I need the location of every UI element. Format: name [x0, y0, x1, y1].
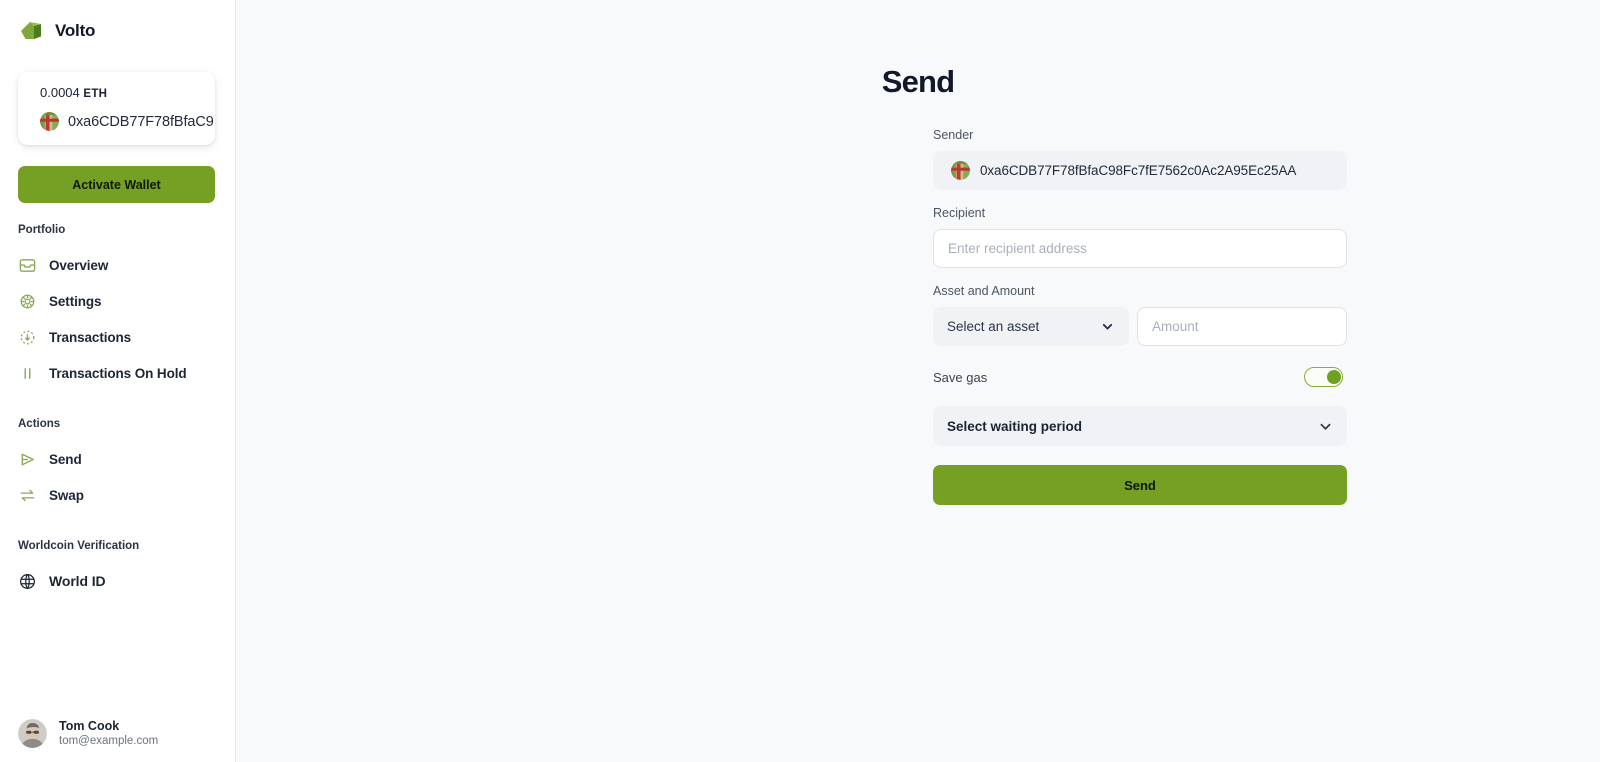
asset-select-value: Select an asset — [947, 319, 1040, 334]
asset-amount-label: Asset and Amount — [933, 284, 1035, 298]
globe-icon — [20, 573, 35, 589]
activate-wallet-button[interactable]: Activate Wallet — [18, 166, 215, 203]
sidebar-item-label: Send — [49, 451, 82, 467]
brand-name: Volto — [55, 20, 96, 40]
asset-amount-field: Asset and Amount Select an asset — [933, 284, 1347, 346]
send-triangle-icon — [21, 453, 34, 465]
asset-amount-row: Select an asset — [933, 307, 1347, 346]
save-gas-toggle-knob — [1326, 369, 1341, 384]
recipient-label: Recipient — [933, 206, 986, 220]
sender-identicon-icon — [951, 161, 970, 180]
chevron-down-icon — [1320, 423, 1331, 430]
inbox-icon — [19, 258, 36, 272]
sender-value-box: 0xa6CDB77F78fBfaC98Fc7fE7562c0Ac2A95Ec25… — [933, 151, 1347, 190]
sender-label: Sender — [933, 128, 974, 142]
wallet-balance-value: 0.0004 — [40, 85, 80, 100]
sidebar-item-label: Swap — [49, 487, 84, 503]
user-name: Tom Cook — [59, 718, 120, 733]
sidebar-item-transactions-on-hold[interactable]: Transactions On Hold — [0, 355, 235, 391]
wallet-identicon-icon — [40, 112, 59, 131]
nav-heading-portfolio: Portfolio — [18, 224, 66, 236]
wallet-balance-symbol: ETH — [83, 88, 108, 100]
nav-heading-actions: Actions — [18, 418, 61, 430]
sidebar: Volto 0.0004 ETH 0xa6CDB77F78fBfaC9 Acti… — [0, 0, 236, 762]
recipient-field: Recipient — [933, 206, 1347, 268]
save-gas-row: Save gas — [933, 362, 1347, 392]
sidebar-item-label: Settings — [49, 293, 102, 309]
main-content: Send Sender 0xa6CDB77F78fBfaC98Fc7fE7562… — [236, 0, 1600, 762]
app-root: Volto 0.0004 ETH 0xa6CDB77F78fBfaC9 Acti… — [0, 0, 1600, 762]
asset-select[interactable]: Select an asset — [933, 307, 1129, 346]
sidebar-item-swap[interactable]: Swap — [0, 477, 235, 513]
wallet-balance: 0.0004 ETH — [40, 85, 201, 100]
send-form: Sender 0xa6CDB77F78fBfaC98Fc7fE7562c0Ac2… — [933, 128, 1347, 505]
sidebar-item-send[interactable]: Send — [0, 441, 235, 477]
amount-input[interactable] — [1137, 307, 1347, 346]
chevron-down-icon — [1102, 323, 1113, 330]
dotted-circle-arrow-icon — [20, 330, 35, 344]
wallet-card[interactable]: 0.0004 ETH 0xa6CDB77F78fBfaC9 — [18, 72, 215, 145]
sender-address: 0xa6CDB77F78fBfaC98Fc7fE7562c0Ac2A95Ec25… — [980, 163, 1297, 178]
user-info: Tom Cook tom@example.com — [59, 718, 158, 750]
recipient-input[interactable] — [933, 229, 1347, 268]
sidebar-item-label: Transactions On Hold — [49, 365, 187, 381]
save-gas-toggle[interactable] — [1304, 367, 1343, 387]
sidebar-item-settings[interactable]: Settings — [0, 283, 235, 319]
nav-heading-worldcoin: Worldcoin Verification — [18, 540, 140, 552]
sidebar-item-overview[interactable]: Overview — [0, 247, 235, 283]
save-gas-label: Save gas — [933, 369, 988, 385]
waiting-period-select[interactable]: Select waiting period — [933, 406, 1347, 446]
user-avatar — [18, 719, 47, 749]
sidebar-item-label: Overview — [49, 257, 109, 273]
volto-leaf-logo-icon — [21, 21, 41, 39]
wallet-address-row[interactable]: 0xa6CDB77F78fBfaC9 — [40, 112, 214, 131]
brand[interactable]: Volto — [0, 0, 235, 48]
waiting-period-value: Select waiting period — [947, 418, 1083, 434]
sidebar-item-world-id[interactable]: World ID — [0, 563, 235, 599]
sender-field: Sender 0xa6CDB77F78fBfaC98Fc7fE7562c0Ac2… — [933, 128, 1347, 190]
pause-icon — [24, 367, 31, 379]
sidebar-item-transactions[interactable]: Transactions — [0, 319, 235, 355]
user-profile[interactable]: Tom Cook tom@example.com — [0, 718, 236, 750]
wallet-address: 0xa6CDB77F78fBfaC9 — [68, 113, 214, 130]
sidebar-item-label: Transactions — [49, 329, 132, 345]
sidebar-item-label: World ID — [49, 573, 106, 589]
send-submit-button[interactable]: Send — [933, 465, 1347, 505]
gear-icon — [20, 294, 35, 308]
sidebar-nav: Portfolio Overview Settings Transactions… — [0, 224, 235, 599]
page-title: Send — [881, 64, 955, 99]
user-email: tom@example.com — [59, 735, 159, 748]
swap-arrows-icon — [20, 489, 35, 501]
